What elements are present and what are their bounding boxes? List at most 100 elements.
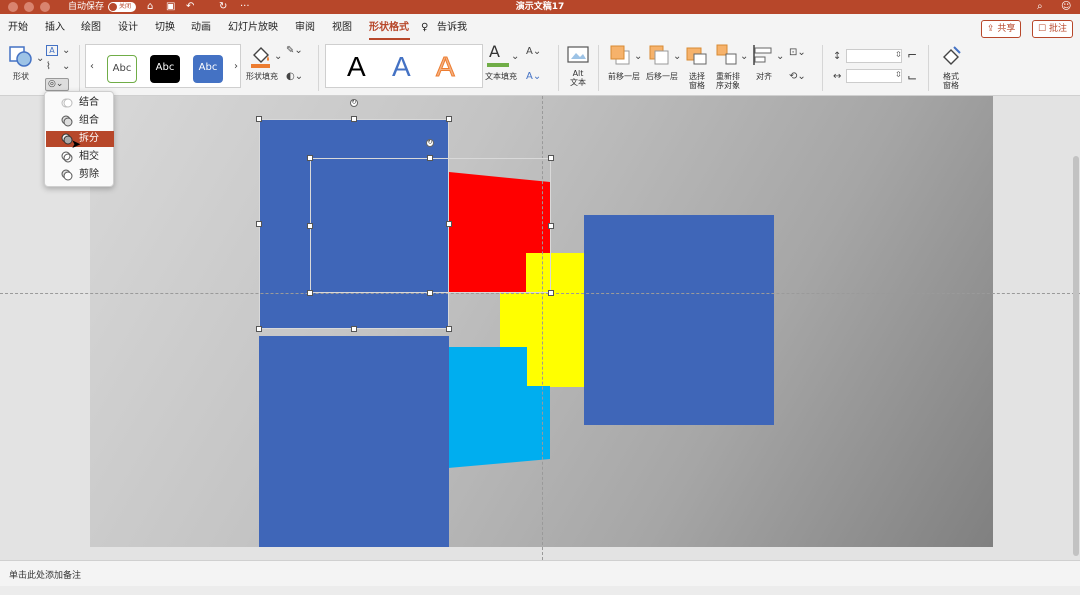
menu-label-fragment: 拆分: [79, 133, 99, 144]
chevron-down-icon[interactable]: ⌄: [634, 51, 642, 63]
rotate-handle-icon[interactable]: ↻: [426, 139, 434, 147]
resize-handle[interactable]: [548, 223, 554, 229]
alt-text-icon[interactable]: [567, 45, 589, 65]
shape-outline-icon[interactable]: ✎⌄: [286, 45, 303, 57]
chevron-down-icon[interactable]: ⌄: [740, 51, 748, 63]
bring-forward-icon[interactable]: [609, 44, 631, 66]
search-icon[interactable]: ⌕: [1037, 0, 1043, 14]
resize-handle[interactable]: [446, 326, 452, 332]
height-icon: ↕: [833, 51, 842, 62]
vertical-scrollbar[interactable]: [1073, 156, 1079, 556]
lock-aspect-icon[interactable]: ⌐: [907, 49, 917, 61]
horizontal-guide: [0, 293, 1080, 294]
account-icon[interactable]: ☺: [1061, 0, 1071, 14]
resize-handle[interactable]: [307, 290, 313, 296]
stepper-icon[interactable]: ⇳: [895, 69, 902, 81]
lock-aspect-icon[interactable]: ⌙: [907, 71, 917, 83]
tab-home[interactable]: 开始: [8, 22, 28, 34]
tab-animations[interactable]: 动画: [191, 22, 211, 34]
resize-handle[interactable]: [427, 290, 433, 296]
menu-item-combine[interactable]: 组合: [46, 113, 114, 129]
wordart-orange[interactable]: A: [436, 51, 456, 83]
tab-slideshow[interactable]: 幻灯片放映: [228, 22, 278, 34]
tab-design[interactable]: 设计: [118, 22, 138, 34]
resize-handle[interactable]: [446, 116, 452, 122]
chevron-down-icon[interactable]: ⌄: [511, 51, 519, 63]
shape-fill-icon[interactable]: [250, 45, 272, 69]
tab-transitions[interactable]: 切换: [155, 22, 175, 34]
combine-icon: [61, 115, 73, 127]
alt-text-label: Alt 文本: [570, 69, 586, 87]
chevron-down-icon[interactable]: ⌄: [776, 51, 784, 63]
resize-handle[interactable]: [256, 116, 262, 122]
menu-item-subtract[interactable]: 剪除: [46, 167, 114, 183]
resize-handle[interactable]: [548, 290, 554, 296]
shape-effects-icon[interactable]: ◐⌄: [286, 71, 303, 83]
tab-review[interactable]: 审阅: [295, 22, 315, 34]
shape-style-gallery: ‹ Abc Abc Abc ›: [85, 44, 241, 88]
tell-me[interactable]: 告诉我: [437, 22, 467, 34]
width-input[interactable]: [846, 69, 902, 83]
menu-item-intersect[interactable]: 相交: [46, 149, 114, 165]
resize-handle[interactable]: [446, 221, 452, 227]
chevron-down-icon[interactable]: ⌄: [673, 51, 681, 63]
selection-pane-label: 选择 窗格: [689, 72, 705, 90]
blue-shape-left-bottom[interactable]: [259, 336, 449, 547]
wordart-gallery: A A A: [325, 44, 483, 88]
chevron-right-icon[interactable]: ›: [234, 61, 238, 73]
resize-handle[interactable]: [307, 223, 313, 229]
align-label: 对齐: [756, 72, 772, 81]
wordart-blue[interactable]: A: [392, 51, 411, 83]
text-effects-icon[interactable]: A⌄: [526, 71, 541, 83]
shapes-icon[interactable]: [9, 45, 33, 67]
tab-shape-format[interactable]: 形状格式: [369, 22, 409, 34]
resize-handle[interactable]: [548, 155, 554, 161]
chevron-down-icon[interactable]: ⌄: [62, 61, 70, 73]
wordart-black[interactable]: A: [347, 51, 366, 83]
comments-button[interactable]: ☐ 批注: [1032, 20, 1073, 38]
resize-handle[interactable]: [307, 155, 313, 161]
text-fill-icon[interactable]: A: [489, 43, 500, 61]
selection-frame-inner: [310, 158, 551, 293]
align-icon[interactable]: [752, 44, 774, 66]
rotate-icon[interactable]: ⟲⌄: [789, 71, 806, 83]
reorder-objects-icon[interactable]: [716, 44, 738, 66]
resize-handle[interactable]: [256, 221, 262, 227]
menu-item-union[interactable]: 结合: [46, 95, 114, 111]
send-backward-icon[interactable]: [648, 44, 670, 66]
ribbon-toolbar: ⌄ 形状 A ⌄ ⌇ ⌄ ◎⌄ ‹ Abc Abc Abc › ⌄ 形状填充 ✎…: [0, 41, 1080, 96]
blue-shape-right[interactable]: [584, 215, 774, 425]
resize-handle[interactable]: [351, 116, 357, 122]
chevron-down-icon[interactable]: ⌄: [274, 51, 282, 63]
shape-style-blue[interactable]: Abc: [193, 55, 223, 83]
send-backward-label: 后移一层: [646, 72, 678, 81]
tab-view[interactable]: 视图: [332, 22, 352, 34]
group-icon[interactable]: ⊡⌄: [789, 47, 806, 59]
resize-handle[interactable]: [351, 326, 357, 332]
text-box-icon[interactable]: A: [46, 45, 58, 56]
merge-shapes-button[interactable]: ◎⌄: [45, 78, 69, 91]
subtract-icon: [61, 169, 73, 181]
stepper-icon[interactable]: ⇳: [895, 49, 902, 61]
ribbon-separator: [598, 45, 599, 91]
share-button[interactable]: ⇪ 共享: [981, 20, 1022, 38]
notes-pane[interactable]: 单击此处添加备注: [0, 560, 1080, 586]
selection-pane-icon[interactable]: [686, 44, 708, 66]
resize-handle[interactable]: [256, 326, 262, 332]
shape-label: 形状: [13, 72, 29, 81]
edit-shape-icon[interactable]: ⌇: [46, 61, 51, 73]
tab-draw[interactable]: 绘图: [81, 22, 101, 34]
chevron-left-icon[interactable]: ‹: [90, 61, 94, 73]
ribbon-separator: [558, 45, 559, 91]
rotate-handle-icon[interactable]: ↻: [350, 99, 358, 107]
chevron-down-icon[interactable]: ⌄: [36, 53, 44, 65]
height-input[interactable]: [846, 49, 902, 63]
chevron-down-icon[interactable]: ⌄: [62, 45, 70, 57]
resize-handle[interactable]: [427, 155, 433, 161]
text-outline-icon[interactable]: A⌄: [526, 46, 541, 58]
format-pane-icon[interactable]: [940, 45, 962, 67]
tab-insert[interactable]: 插入: [45, 22, 65, 34]
shape-style-outline[interactable]: Abc: [107, 55, 137, 83]
text-fill-color-bar: [487, 63, 509, 67]
shape-style-black[interactable]: Abc: [150, 55, 180, 83]
